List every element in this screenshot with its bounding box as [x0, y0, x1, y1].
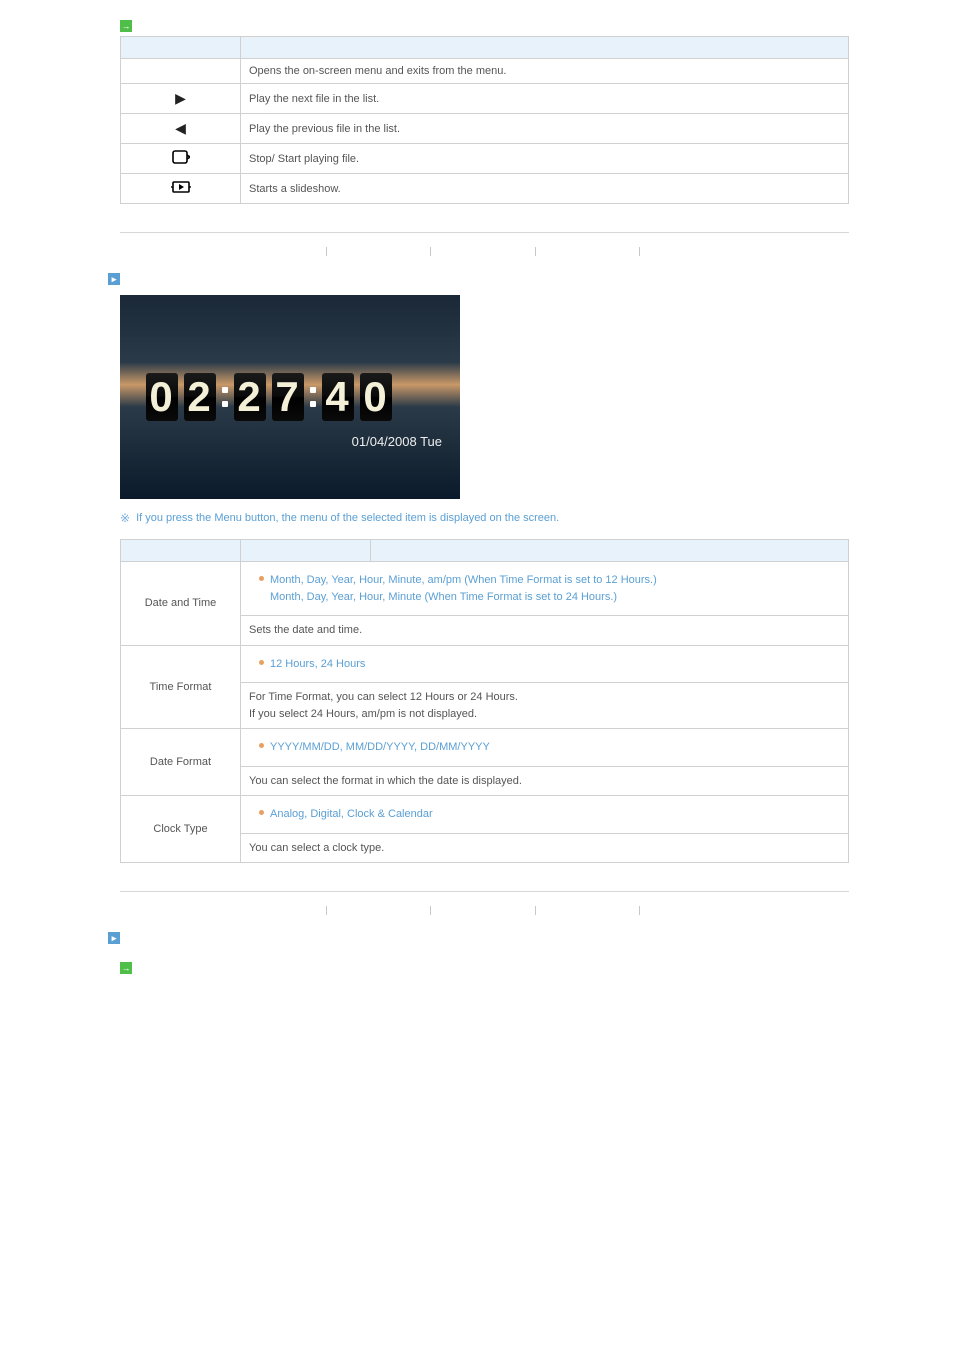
desc-text: For Time Format, you can select 12 Hours…: [241, 683, 848, 728]
table-row: ◀ Play the previous file in the list.: [121, 114, 849, 144]
menu-label: Date and Time: [121, 562, 241, 646]
sub-menu-item: YYYY/MM/DD, MM/DD/YYYY, DD/MM/YYYY: [259, 739, 840, 756]
play-prev-icon: ◀: [121, 114, 241, 144]
clock-digit: 0: [360, 373, 392, 421]
desc-combined: YYYY/MM/DD, MM/DD/YYYY, DD/MM/YYYY You c…: [241, 729, 849, 796]
clock-settings-table: Date and Time Month, Day, Year, Hour, Mi…: [120, 539, 849, 863]
slideshow-icon: [121, 174, 241, 204]
note-text: If you press the Menu button, the menu o…: [136, 512, 559, 524]
table-row: Time Format 12 Hours, 24 Hours For Time …: [121, 645, 849, 729]
desc-combined: Month, Day, Year, Hour, Minute, am/pm (W…: [241, 562, 849, 646]
desc-combined: 12 Hours, 24 Hours For Time Format, you …: [241, 645, 849, 729]
clock-digit: 2: [184, 373, 216, 421]
table-row: ▶ Play the next file in the list.: [121, 84, 849, 114]
desc-text: You can select the format in which the d…: [241, 767, 848, 796]
bullet-icon: [259, 810, 264, 815]
nav-row: [120, 245, 849, 265]
bottom-section-title: ▸: [108, 932, 954, 944]
sub-menu-item: 12 Hours, 24 Hours: [259, 656, 840, 673]
col-button: [121, 37, 241, 59]
menu-label: Time Format: [121, 645, 241, 729]
direct-functions-table: Opens the on-screen menu and exits from …: [120, 36, 849, 204]
bottom-sub-header: →: [120, 962, 954, 974]
desc-combined: Analog, Digital, Clock & Calendar You ca…: [241, 796, 849, 863]
table-row: Opens the on-screen menu and exits from …: [121, 59, 849, 84]
section-divider: [120, 232, 849, 233]
note-line: ※ If you press the Menu button, the menu…: [120, 511, 849, 525]
table-row: Clock Type Analog, Digital, Clock & Cale…: [121, 796, 849, 863]
bullet-icon: [259, 576, 264, 581]
clock-digit: 4: [322, 373, 354, 421]
play-next-icon: ▶: [121, 84, 241, 114]
sub-menu-text: Analog, Digital, Clock & Calendar: [270, 806, 433, 823]
desc-cell: Opens the on-screen menu and exits from …: [241, 59, 849, 84]
rotate-icon: [121, 144, 241, 174]
clock-digit: 2: [234, 373, 266, 421]
sub-menu-text: YYYY/MM/DD, MM/DD/YYYY, DD/MM/YYYY: [270, 739, 490, 756]
bullet-icon: [259, 743, 264, 748]
table-row: Starts a slideshow.: [121, 174, 849, 204]
desc-cell: Play the previous file in the list.: [241, 114, 849, 144]
bullet-icon: [259, 660, 264, 665]
desc-cell: Stop/ Start playing file.: [241, 144, 849, 174]
col-description: [241, 37, 849, 59]
menu-label: Clock Type: [121, 796, 241, 863]
sub-menu-text: 12 Hours, 24 Hours: [270, 656, 365, 673]
arrow-icon: ▸: [108, 273, 120, 285]
clock-date: 01/04/2008 Tue: [352, 434, 442, 449]
clock-colon: [310, 387, 316, 407]
table-row: Date Format YYYY/MM/DD, MM/DD/YYYY, DD/M…: [121, 729, 849, 796]
menu-label: Date Format: [121, 729, 241, 796]
desc-cell: Play the next file in the list.: [241, 84, 849, 114]
clock-digit: 0: [146, 373, 178, 421]
clock-colon: [222, 387, 228, 407]
table-header-row: [121, 540, 849, 562]
table-row: Date and Time Month, Day, Year, Hour, Mi…: [121, 562, 849, 646]
desc-text: You can select a clock type.: [241, 834, 848, 863]
arrow-icon: →: [120, 962, 132, 974]
table-row: Stop/ Start playing file.: [121, 144, 849, 174]
arrow-icon: →: [120, 20, 132, 32]
desc-text: Sets the date and time.: [241, 616, 848, 645]
col-sub: [241, 540, 371, 562]
desc-cell: Starts a slideshow.: [241, 174, 849, 204]
sub-menu-item: Analog, Digital, Clock & Calendar: [259, 806, 840, 823]
clock-preview-image: 0 2 2 7 4 0 01/04/2008 Tue: [120, 295, 460, 499]
clock-section-title: ▸: [108, 273, 954, 285]
arrow-icon: ▸: [108, 932, 120, 944]
sub-menu-item: Month, Day, Year, Hour, Minute, am/pm (W…: [259, 572, 840, 605]
sub-menu-text: Month, Day, Year, Hour, Minute, am/pm (W…: [270, 572, 657, 605]
button-menu-icon: [121, 59, 241, 84]
note-icon: ※: [120, 511, 130, 525]
section-divider: [120, 891, 849, 892]
clock-digit: 7: [272, 373, 304, 421]
nav-row: [120, 904, 849, 924]
col-menu: [121, 540, 241, 562]
direct-functions-header: →: [120, 20, 849, 32]
table-header-row: [121, 37, 849, 59]
col-desc: [371, 540, 849, 562]
